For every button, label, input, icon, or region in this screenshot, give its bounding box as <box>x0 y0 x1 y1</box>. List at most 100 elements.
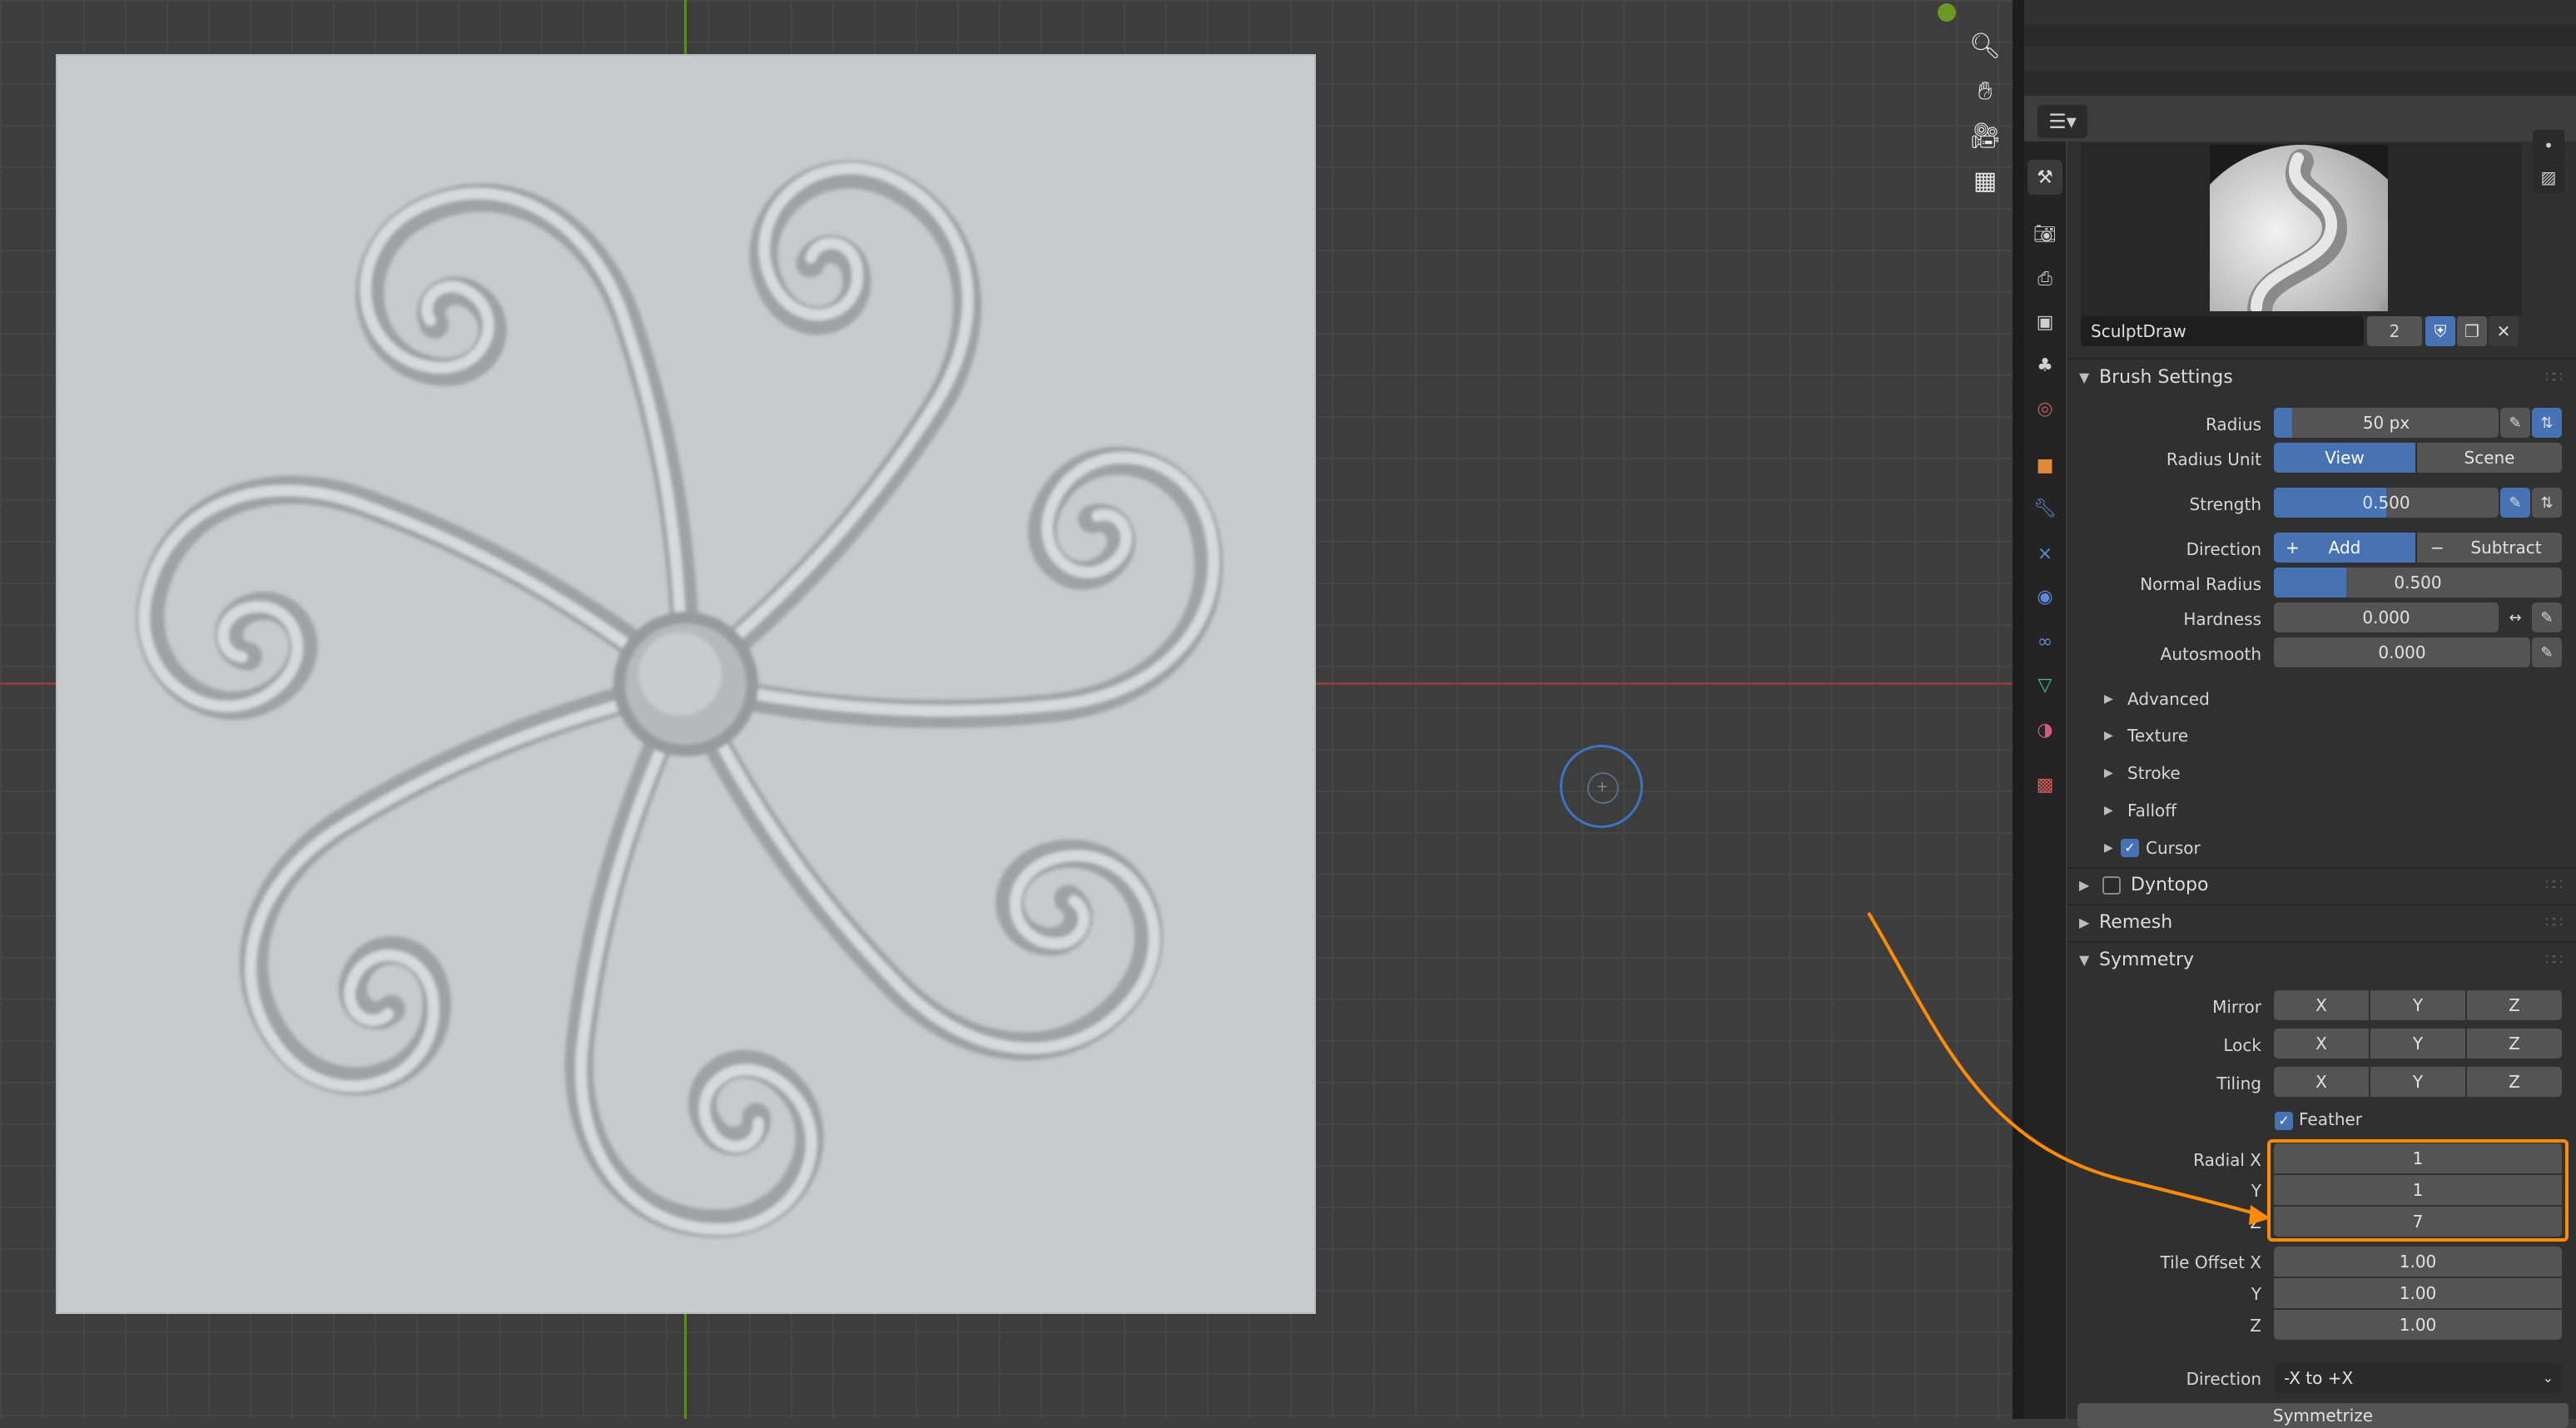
lock-label: Lock <box>2223 1035 2261 1055</box>
mirror-z-toggle[interactable]: Z <box>2467 990 2562 1020</box>
radius-value: 50 px <box>2362 413 2410 433</box>
radial-spiral-sculpt-pattern <box>56 54 1316 1314</box>
symmetry-direction-dropdown[interactable]: -X to +X ⌄ <box>2274 1363 2562 1393</box>
radius-unit-scene-option[interactable]: Scene <box>2417 443 2562 473</box>
strength-unified-icon[interactable]: ⇅ <box>2532 488 2562 518</box>
hardness-field[interactable]: 0.000 <box>2274 602 2499 632</box>
strength-pressure-pen-icon[interactable]: ✎ <box>2500 488 2530 518</box>
radius-unit-view-option[interactable]: View <box>2274 443 2415 473</box>
tile-offset-x-field[interactable]: 1.00 <box>2274 1247 2562 1277</box>
fake-user-shield-icon[interactable]: ⛨ <box>2425 316 2455 346</box>
remesh-header[interactable]: ▶ Remesh ∷∷ <box>2067 905 2576 941</box>
strength-value: 0.500 <box>2362 493 2410 513</box>
output-tab-icon[interactable]: ⎙ <box>2028 261 2062 296</box>
feather-checkbox[interactable]: ✓ <box>2275 1112 2293 1130</box>
tiling-z-toggle[interactable]: Z <box>2467 1067 2562 1097</box>
radius-fill-bar <box>2274 408 2292 438</box>
lock-y-toggle[interactable]: Y <box>2370 1029 2465 1059</box>
mirror-y-toggle[interactable]: Y <box>2370 990 2465 1020</box>
brush-settings-title: Brush Settings <box>2099 367 2233 388</box>
symmetrize-button[interactable]: Symmetrize <box>2077 1403 2569 1428</box>
direction-subtract-option[interactable]: − Subtract <box>2417 533 2562 563</box>
dyntopo-label: Dyntopo <box>2131 875 2209 895</box>
cursor-checkbox[interactable]: ✓ <box>2121 839 2139 857</box>
3d-viewport[interactable]: 🔍︎ ✋︎ 🎥︎ ▦ + <box>0 0 2013 1419</box>
image-icon[interactable]: ▨ <box>2533 161 2564 193</box>
autosmooth-pressure-pen-icon[interactable]: ✎ <box>2532 637 2562 667</box>
advanced-subpanel[interactable]: ▶ Advanced <box>2067 682 2576 716</box>
texture-tab-icon[interactable]: ▩ <box>2028 767 2062 802</box>
navigation-gizmo-y-dot[interactable] <box>1938 3 1956 22</box>
tile-offset-y-field[interactable]: 1.00 <box>2274 1278 2562 1308</box>
editor-type-dropdown[interactable]: ☰▾ <box>2037 105 2087 138</box>
mesh-data-tab-icon[interactable]: ▽ <box>2028 667 2062 702</box>
constraints-tab-icon[interactable]: ∞ <box>2028 624 2062 659</box>
tool-tab-icon[interactable]: ⚒ <box>2028 160 2062 195</box>
stroke-subpanel[interactable]: ▶ Stroke <box>2067 756 2576 790</box>
tile-offset-z-label: Z <box>2250 1316 2261 1336</box>
radial-y-label: Y <box>2251 1181 2261 1201</box>
tile-offset-z-field[interactable]: 1.00 <box>2274 1310 2562 1340</box>
drag-grip-icon[interactable]: ∷∷ <box>2545 942 2563 979</box>
grid-icon[interactable]: ▦ <box>1966 161 2004 200</box>
world-tab-icon[interactable]: ◎ <box>2028 391 2062 426</box>
modifier-wrench-icon[interactable]: 🔧︎ <box>2028 491 2062 526</box>
brush-settings-header[interactable]: ▼ Brush Settings ∷∷ <box>2067 359 2576 396</box>
render-tab-icon[interactable]: 📷︎ <box>2028 216 2062 251</box>
radial-z-label: Z <box>2250 1212 2261 1232</box>
cursor-subpanel[interactable]: ▶ ✓ Cursor <box>2067 831 2576 865</box>
dyntopo-header[interactable]: ▶ Dyntopo ∷∷ <box>2067 867 2576 904</box>
material-tab-icon[interactable]: ◑ <box>2028 712 2062 747</box>
autosmooth-field[interactable]: 0.000 <box>2274 637 2530 667</box>
symmetry-header[interactable]: ▼ Symmetry ∷∷ <box>2067 942 2576 979</box>
lock-x-toggle[interactable]: X <box>2274 1029 2369 1059</box>
radius-field[interactable]: 50 px <box>2274 408 2499 438</box>
normal-radius-value: 0.500 <box>2394 573 2442 593</box>
zoom-icon[interactable]: 🔍︎ <box>1966 27 2004 65</box>
tiling-x-toggle[interactable]: X <box>2274 1067 2369 1097</box>
drag-grip-icon[interactable]: ∷∷ <box>2545 359 2563 396</box>
remesh-label: Remesh <box>2099 912 2173 933</box>
object-tab-icon[interactable]: ■ <box>2028 448 2062 483</box>
pan-hand-icon[interactable]: ✋︎ <box>1966 72 2004 110</box>
drag-grip-icon[interactable]: ∷∷ <box>2545 905 2563 941</box>
cursor-label: Cursor <box>2146 838 2201 858</box>
crosshair-icon: + <box>1596 778 1609 796</box>
hardness-pressure-pen-icon[interactable]: ✎ <box>2532 602 2562 632</box>
sculpted-plane-object[interactable] <box>56 54 1316 1314</box>
brush-thumbnail[interactable] <box>2210 145 2388 311</box>
radius-unified-icon[interactable]: ⇅ <box>2532 408 2562 438</box>
drag-grip-icon[interactable]: ∷∷ <box>2545 867 2563 904</box>
collapsed-triangle-icon: ▶ <box>2079 877 2090 893</box>
brush-menu-icon[interactable]: • <box>2533 130 2564 161</box>
lock-z-toggle[interactable]: Z <box>2467 1029 2562 1059</box>
physics-tab-icon[interactable]: ◉ <box>2028 579 2062 614</box>
radius-pressure-pen-icon[interactable]: ✎ <box>2500 408 2530 438</box>
expanded-triangle-icon: ▼ <box>2079 369 2090 385</box>
particles-tab-icon[interactable]: ⨯ <box>2028 536 2062 571</box>
stroke-label: Stroke <box>2127 763 2181 783</box>
strength-label: Strength <box>2189 494 2261 514</box>
view-layer-tab-icon[interactable]: ▣ <box>2028 305 2062 340</box>
collapsed-triangle-icon: ▶ <box>2104 804 2113 817</box>
scene-tab-icon[interactable]: ♣ <box>2028 348 2062 383</box>
falloff-subpanel[interactable]: ▶ Falloff <box>2067 794 2576 827</box>
tiling-y-toggle[interactable]: Y <box>2370 1067 2465 1097</box>
mirror-x-toggle[interactable]: X <box>2274 990 2369 1020</box>
direction-add-option[interactable]: + Add <box>2274 533 2415 563</box>
collapsed-triangle-icon: ▶ <box>2104 766 2113 780</box>
unlink-brush-close-icon[interactable]: ✕ <box>2489 316 2519 346</box>
texture-subpanel[interactable]: ▶ Texture <box>2067 719 2576 752</box>
mirror-label: Mirror <box>2212 997 2261 1017</box>
area-separator[interactable] <box>2013 0 2024 1419</box>
brush-name-field[interactable]: SculptDraw <box>2081 316 2364 346</box>
brush-user-count[interactable]: 2 <box>2367 316 2422 346</box>
hardness-invert-arrows-icon[interactable]: ↔ <box>2500 602 2530 632</box>
symmetry-label: Symmetry <box>2099 950 2195 970</box>
strength-field[interactable]: 0.500 <box>2274 488 2499 518</box>
dyntopo-checkbox[interactable] <box>2102 876 2121 895</box>
camera-icon[interactable]: 🎥︎ <box>1966 117 2004 155</box>
radial-highlight-box <box>2267 1139 2569 1242</box>
duplicate-brush-icon[interactable]: ❐ <box>2457 316 2487 346</box>
normal-radius-field[interactable]: 0.500 <box>2274 568 2562 597</box>
